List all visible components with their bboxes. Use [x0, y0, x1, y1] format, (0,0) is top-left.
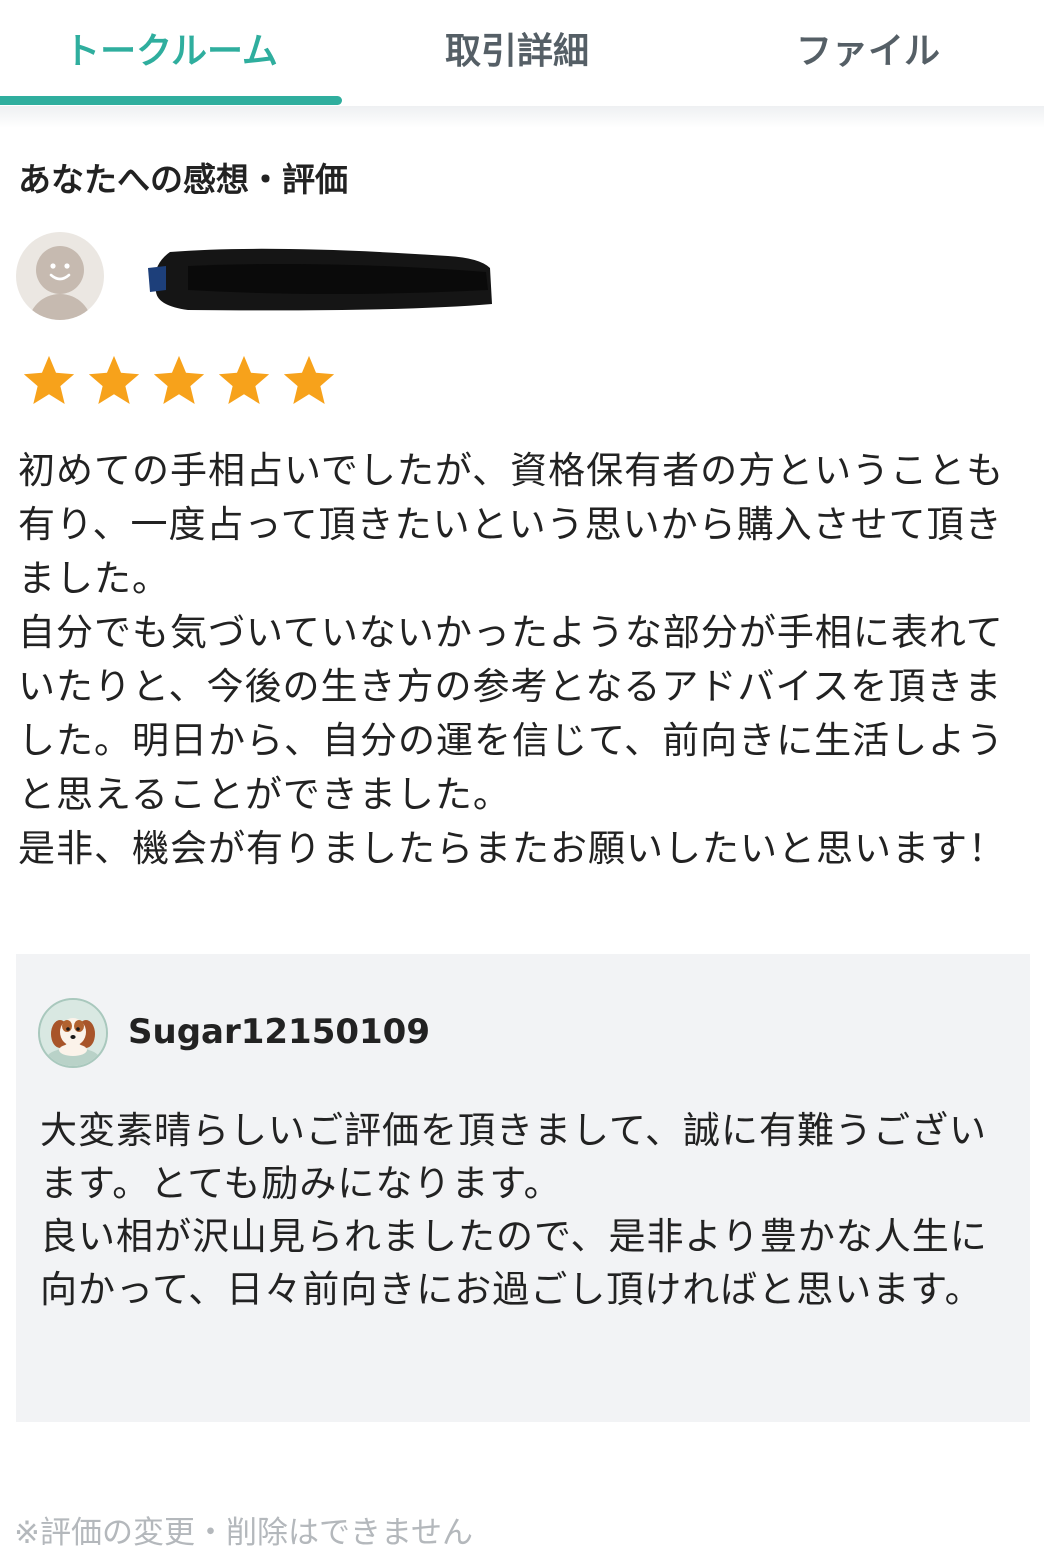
reply-paragraph: 大変素晴らしいご評価を頂きまして、誠に有難うございます。とても励みになります。	[40, 1109, 988, 1205]
tab-file[interactable]: ファイル	[692, 26, 1044, 78]
star-icon	[283, 355, 335, 404]
review-section-title: あなたへの感想・評価	[18, 160, 348, 199]
review-paragraph: 是非、機会が有りましたらまたお願いしたいと思います！	[18, 827, 1006, 870]
reply-text: 大変素晴らしいご評価を頂きまして、誠に有難うございます。とても励みになります。 …	[40, 1104, 1010, 1316]
seller-reply-box: Sugar12150109 大変素晴らしいご評価を頂きまして、誠に有難うございま…	[16, 954, 1030, 1422]
tab-bar: トークルーム 取引詳細 ファイル	[0, 0, 1044, 106]
review-text: 初めての手相占いでしたが、資格保有者の方ということも有り、一度占って頂きたいとい…	[18, 444, 1028, 876]
reviewer-name-redacted	[148, 248, 492, 311]
reviewer-avatar	[16, 232, 104, 320]
seller-avatar[interactable]	[38, 998, 108, 1068]
tab-deal-detail[interactable]: 取引詳細	[342, 26, 692, 78]
seller-name[interactable]: Sugar12150109	[128, 1008, 430, 1056]
tab-talk-room[interactable]: トークルーム	[0, 26, 342, 78]
tab-bar-shadow	[0, 106, 1044, 128]
rating-stars	[20, 352, 345, 410]
review-paragraph: 自分でも気づいていないかったような部分が手相に表れていたりと、今後の生き方の参考…	[18, 611, 1005, 816]
review-paragraph: 初めての手相占いでしたが、資格保有者の方ということも有り、一度占って頂きたいとい…	[18, 449, 1005, 600]
reply-paragraph: 良い相が沢山見られましたので、是非より豊かな人生に向かって、日々前向きにお過ごし…	[40, 1215, 988, 1311]
star-icon	[218, 355, 270, 404]
avatar-body-shape	[28, 294, 92, 320]
star-icon	[23, 355, 75, 404]
active-tab-indicator	[0, 96, 342, 105]
star-icon	[88, 355, 140, 404]
dog-icon	[40, 1000, 106, 1066]
star-icon	[153, 355, 205, 404]
footer-note: ※評価の変更・削除はできません	[14, 1515, 474, 1551]
smile-face-icon	[49, 263, 71, 281]
